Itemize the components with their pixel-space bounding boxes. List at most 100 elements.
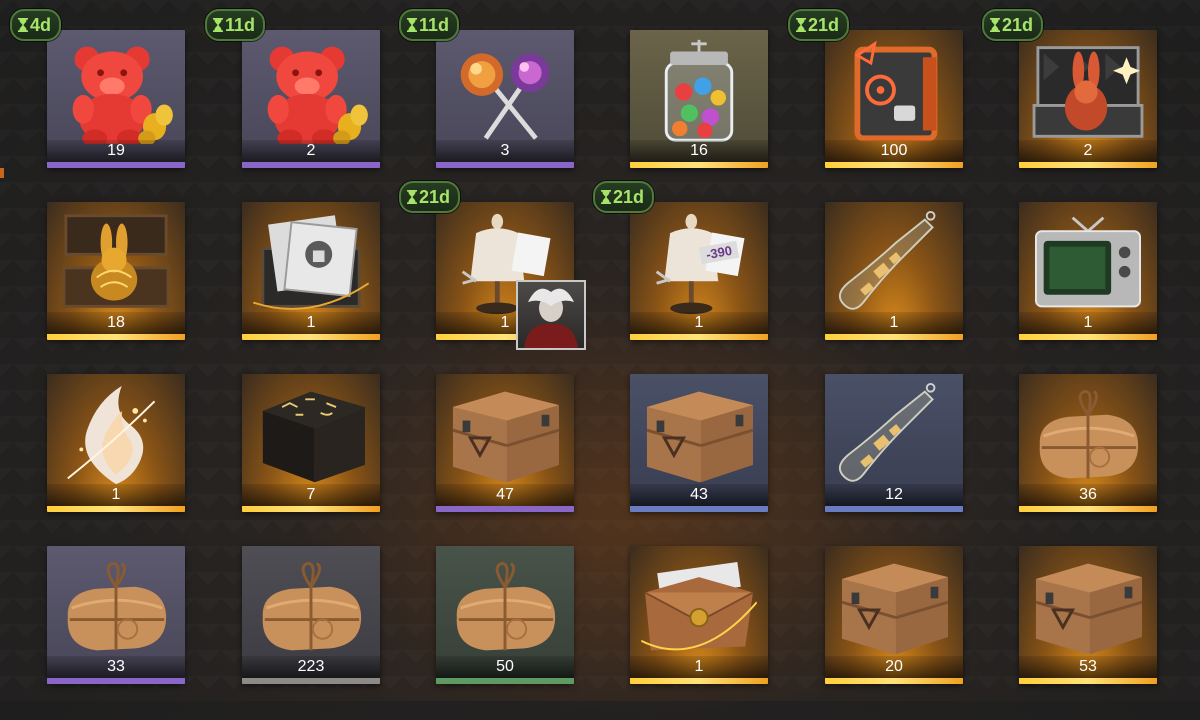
retro-tv-icon (1027, 210, 1149, 316)
inventory-slot[interactable]: 3 11d (399, 9, 574, 168)
candy-jar-icon (638, 38, 760, 144)
item-card: 12 (825, 374, 963, 512)
item-quantity: 2 (1019, 140, 1157, 162)
edge-marker (0, 168, 4, 178)
expiry-time: 21d (613, 186, 645, 207)
wooden-crate-icon (638, 382, 760, 488)
inventory-slot[interactable]: 36 (1019, 374, 1157, 512)
item-card: 1 (47, 374, 185, 512)
hourglass-icon (990, 18, 1000, 32)
rarity-bar (825, 678, 963, 684)
item-card: 19 (47, 30, 185, 168)
rarity-bar (47, 678, 185, 684)
item-quantity: 3 (436, 140, 574, 162)
wooden-crate-icon (444, 382, 566, 488)
expiry-time: 21d (808, 14, 840, 35)
expiry-time: 4d (30, 14, 52, 35)
lollipops-icon (444, 38, 566, 144)
inventory-slot[interactable]: 1 21d (399, 181, 586, 350)
hourglass-icon (601, 190, 611, 204)
wooden-crate-icon (1027, 554, 1149, 660)
rarity-bar (242, 506, 380, 512)
golden-rabbit-box-icon (55, 210, 177, 316)
inventory-slot[interactable]: 223 (242, 546, 380, 684)
item-quantity: 2 (242, 140, 380, 162)
item-card: 18 (47, 202, 185, 340)
rarity-bar (1019, 334, 1157, 340)
inventory-slot[interactable]: 7 (242, 374, 380, 512)
rarity-bar (47, 506, 185, 512)
inventory-slot[interactable]: 16 (630, 30, 768, 168)
item-quantity: 50 (436, 656, 574, 678)
item-quantity: 1 (47, 484, 185, 506)
item-quantity: 12 (825, 484, 963, 506)
expiry-time: 21d (1002, 14, 1034, 35)
item-card: 43 (630, 374, 768, 512)
inventory-slot[interactable]: 19 4d (10, 9, 185, 168)
rarity-bar (630, 506, 768, 512)
item-quantity: 223 (242, 656, 380, 678)
inventory-slot[interactable]: -390 1 21d (593, 181, 768, 340)
item-card: 53 (1019, 546, 1157, 684)
item-quantity: 1 (242, 312, 380, 334)
expiry-badge: 21d (982, 9, 1044, 41)
rarity-bar (242, 678, 380, 684)
hourglass-icon (18, 18, 28, 32)
item-quantity: 16 (630, 140, 768, 162)
inventory-slot[interactable]: 2 21d (982, 9, 1157, 168)
rarity-bar (825, 506, 963, 512)
wooden-crate-icon (833, 554, 955, 660)
inventory-slot[interactable]: 53 (1019, 546, 1157, 684)
item-quantity: 7 (242, 484, 380, 506)
inventory-slot[interactable]: 47 (436, 374, 574, 512)
wrapped-parcel-icon (444, 554, 566, 660)
expiry-time: 11d (225, 14, 256, 35)
inventory-slot[interactable]: 1 (825, 202, 963, 340)
photo-box-icon (250, 210, 372, 316)
item-quantity: 100 (825, 140, 963, 162)
item-card: 1 (1019, 202, 1157, 340)
inventory-slot[interactable]: 18 (47, 202, 185, 340)
inventory-slot[interactable]: 1 (1019, 202, 1157, 340)
rarity-bar (825, 334, 963, 340)
inventory-slot[interactable]: 2 11d (205, 9, 380, 168)
item-quantity: 33 (47, 656, 185, 678)
item-card: 1 (630, 546, 768, 684)
hourglass-icon (213, 18, 223, 32)
inventory-slot[interactable]: 100 21d (788, 9, 963, 168)
rarity-bar (630, 678, 768, 684)
item-quantity: 1 (630, 656, 768, 678)
item-quantity: 19 (47, 140, 185, 162)
inventory-slot[interactable]: 12 (825, 374, 963, 512)
rarity-bar (1019, 506, 1157, 512)
expiry-time: 21d (419, 186, 451, 207)
wrapped-parcel-icon (55, 554, 177, 660)
expiry-badge: 21d (399, 181, 461, 213)
item-card: 3 (436, 30, 574, 168)
item-card: 1 (242, 202, 380, 340)
inventory-slot[interactable]: 20 (825, 546, 963, 684)
expiry-badge: 21d (788, 9, 850, 41)
item-quantity: 1 (630, 312, 768, 334)
inventory-slot[interactable]: 1 (630, 546, 768, 684)
item-card: 223 (242, 546, 380, 684)
red-gummy-bear-icon (55, 38, 177, 144)
inventory-slot[interactable]: 43 (630, 374, 768, 512)
character-portrait-icon (516, 280, 586, 350)
item-quantity: 18 (47, 312, 185, 334)
item-quantity: 36 (1019, 484, 1157, 506)
item-card: 1 (825, 202, 963, 340)
rabbit-figure-case-icon (1027, 38, 1149, 144)
inventory-slot[interactable]: 33 (47, 546, 185, 684)
inventory-slot[interactable]: 50 (436, 546, 574, 684)
inventory-slot[interactable]: 1 (47, 374, 185, 512)
hourglass-icon (407, 190, 417, 204)
item-quantity: 1 (1019, 312, 1157, 334)
inventory-slot[interactable]: 1 (242, 202, 380, 340)
item-card: 47 (436, 374, 574, 512)
rarity-bar (436, 678, 574, 684)
item-quantity: 47 (436, 484, 574, 506)
hourglass-icon (407, 18, 417, 32)
rarity-bar (436, 506, 574, 512)
item-card: 7 (242, 374, 380, 512)
